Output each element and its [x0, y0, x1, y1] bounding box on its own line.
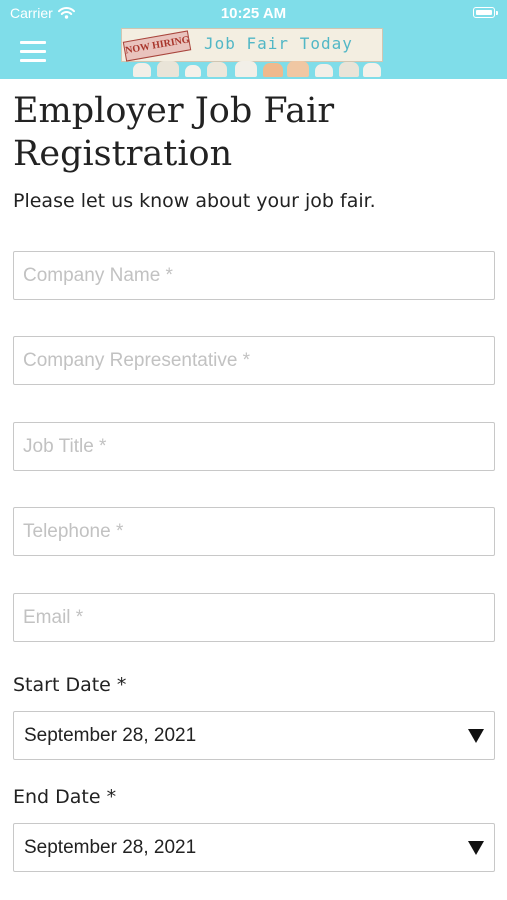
triangle-down-icon: [468, 729, 484, 743]
company-name-field[interactable]: [13, 251, 495, 300]
end-date-select[interactable]: September 28, 2021: [13, 823, 495, 872]
end-date-label: End Date *: [13, 786, 117, 808]
job-fair-today-logo[interactable]: NOW HIRING Job Fair Today: [121, 28, 387, 77]
hamburger-menu-icon: [20, 41, 46, 44]
hamburger-menu-button[interactable]: [18, 39, 48, 65]
email-field[interactable]: [13, 593, 495, 642]
triangle-down-icon: [468, 841, 484, 855]
top-app-bar: Carrier 10:25 AM NOW HIRING Job Fair Tod…: [0, 0, 507, 79]
page-subtitle: Please let us know about your job fair.: [13, 190, 376, 212]
logo-title: Job Fair Today: [204, 34, 353, 53]
start-date-select[interactable]: September 28, 2021: [13, 711, 495, 760]
start-date-label: Start Date *: [13, 674, 127, 696]
battery-icon: [473, 7, 498, 18]
company-representative-field[interactable]: [13, 336, 495, 385]
telephone-field[interactable]: [13, 507, 495, 556]
start-date-value: September 28, 2021: [24, 725, 197, 746]
page-title: Employer Job Fair Registration: [13, 91, 335, 174]
logo-crowd-illustration: [127, 60, 383, 77]
job-title-field[interactable]: [13, 422, 495, 471]
status-time: 10:25 AM: [220, 5, 287, 22]
end-date-value: September 28, 2021: [24, 837, 197, 858]
